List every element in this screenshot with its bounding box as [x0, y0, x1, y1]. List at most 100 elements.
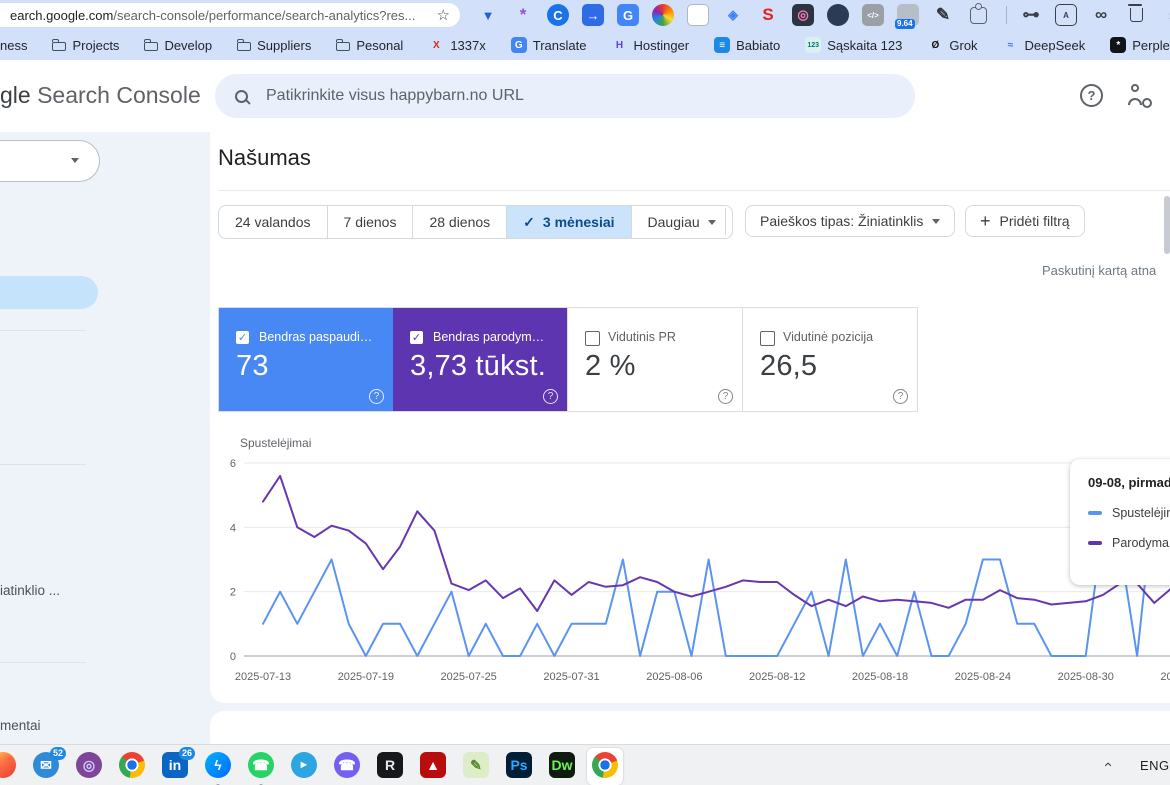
- metric-card[interactable]: ✓ Bendras paspaudi… 73?: [219, 308, 393, 411]
- date-range-label: 24 valandos: [235, 214, 311, 230]
- trash-icon[interactable]: [1125, 4, 1147, 26]
- taskbar-item-messenger-icon[interactable]: ϟ: [205, 752, 231, 785]
- taskbar-item-image-editor-icon[interactable]: ✎: [463, 752, 489, 782]
- bookmark-item[interactable]: Pesonal: [335, 38, 403, 53]
- person-body-icon: [1128, 98, 1142, 105]
- taskbar-item-r-app-icon[interactable]: R: [377, 752, 403, 782]
- bookmark-item[interactable]: * Perplexity: [1110, 37, 1170, 53]
- whatsapp-icon: ☎: [248, 752, 274, 778]
- url-inspect-input[interactable]: [264, 86, 895, 106]
- taskbar-item-tor-browser-icon[interactable]: ◎: [76, 752, 102, 782]
- metric-help-icon[interactable]: ?: [718, 389, 733, 404]
- date-range-chip[interactable]: ✓ 3 mėnesiai: [506, 206, 631, 238]
- password-key-icon[interactable]: ⊶: [1020, 4, 1042, 26]
- flower-extension-icon[interactable]: *: [512, 4, 534, 26]
- price-bag-extension-icon[interactable]: 9.64: [895, 4, 919, 29]
- search-type-chip[interactable]: Paieškos tipas: Žiniatinklis: [745, 205, 956, 237]
- taskbar-item-thunderbird-icon[interactable]: ✉ 52: [33, 747, 66, 782]
- window-share-extension-icon[interactable]: →: [582, 4, 604, 26]
- taskbar-item-photoshop-icon[interactable]: Ps: [506, 752, 532, 782]
- chevron-down-icon: [932, 218, 941, 224]
- tray-chevron-up-icon[interactable]: ›: [1099, 762, 1116, 767]
- bookmark-label: Translate: [532, 37, 587, 53]
- color-wheel-extension-icon[interactable]: [652, 4, 674, 26]
- add-filter-chip[interactable]: + Pridėti filtrą: [965, 205, 1085, 237]
- metric-value: 73: [236, 350, 269, 382]
- legend-dash-icon: [1088, 511, 1102, 515]
- user-settings-icon[interactable]: [1128, 84, 1152, 108]
- x-tick-label: 2025-08-30: [1058, 671, 1114, 683]
- price-tag-extension-icon[interactable]: ◈: [722, 4, 744, 26]
- metric-help-icon[interactable]: ?: [543, 389, 558, 404]
- help-icon[interactable]: ?: [1080, 84, 1103, 107]
- metric-card[interactable]: Vidutinė pozicija 26,5?: [742, 308, 917, 411]
- notepad-extension-icon[interactable]: [687, 4, 709, 26]
- link-copy-icon[interactable]: ∞: [1090, 4, 1112, 26]
- bookmark-item[interactable]: Ø Grok: [927, 37, 977, 53]
- extensions-puzzle-icon[interactable]: [967, 2, 989, 26]
- url-inspect-searchbox[interactable]: [215, 74, 915, 118]
- bookmark-item[interactable]: ≡ Babiato: [714, 37, 780, 53]
- taskbar-item-dreamweaver-icon[interactable]: Dw: [549, 752, 575, 782]
- taskbar-item-chrome-active-icon[interactable]: [587, 748, 623, 785]
- bookmark-item[interactable]: 123 Sąskaita 123: [805, 37, 902, 53]
- performance-chart[interactable]: 0 2 4 6 2025-07-13 2025-07-19 2025-07-25 2025-0…: [218, 454, 1170, 702]
- bookmark-item[interactable]: H Hostinger: [611, 37, 689, 53]
- page-translate-icon[interactable]: A: [1055, 4, 1077, 26]
- bookmark-favicon: 123: [805, 37, 822, 53]
- metric-checkbox[interactable]: [585, 331, 600, 346]
- metric-card[interactable]: ✓ Bendras parodym… 3,73 tūkst.?: [393, 308, 567, 411]
- chart-tooltip: 09-08, pirmad Spustelėjim Parodyma: [1070, 459, 1170, 585]
- date-range-chip[interactable]: 28 dienos: [412, 206, 506, 238]
- address-bar[interactable]: earch.google.com/search-console/performa…: [0, 3, 460, 27]
- metric-label: Vidutinė pozicija: [783, 330, 874, 344]
- taskbar-item-whatsapp-icon[interactable]: ☎: [248, 752, 274, 785]
- taskbar-item-linkedin-icon[interactable]: in 26: [162, 747, 195, 782]
- taskbar-item-telegram-icon[interactable]: ►: [291, 752, 317, 782]
- language-indicator[interactable]: ENG: [1140, 758, 1170, 773]
- metric-label: Bendras paspaudi…: [259, 330, 373, 344]
- bookmark-item[interactable]: X 1337x: [428, 37, 486, 53]
- date-range-chip[interactable]: 7 dienos: [326, 206, 413, 238]
- taskbar-icons: ✉ 52 ◎ in 26 ϟ ☎ ► ☎ R ▲ ✎ Ps Dw: [0, 747, 623, 785]
- colorzilla-extension-icon[interactable]: C: [547, 4, 569, 26]
- taskbar-item-chrome-icon[interactable]: [119, 752, 145, 782]
- bookmark-item[interactable]: G Translate: [510, 37, 587, 53]
- url-path: /search-console/performance/search-analy…: [113, 7, 416, 23]
- metric-checkbox[interactable]: [760, 331, 775, 346]
- taskbar-item-firefox-icon[interactable]: [0, 752, 16, 782]
- edge-cut-icon[interactable]: ◔: [1160, 4, 1170, 26]
- map-pin-extension-icon[interactable]: ▼: [477, 4, 499, 26]
- y-tick-label: 4: [230, 522, 236, 534]
- bookmark-item[interactable]: Projects: [51, 38, 119, 53]
- bookmark-item[interactable]: ≈ DeepSeek: [1003, 37, 1085, 53]
- dark-sphere-extension-icon[interactable]: [827, 4, 849, 26]
- eyedropper-extension-icon[interactable]: ✎: [932, 4, 954, 26]
- bookmark-star-icon[interactable]: ☆: [437, 8, 450, 23]
- metric-help-icon[interactable]: ?: [893, 389, 908, 404]
- bookmark-item[interactable]: Develop: [143, 38, 212, 53]
- bookmark-favicon: ≈: [1007, 39, 1014, 51]
- sidebar-item-bottom[interactable]: mentai: [0, 718, 41, 733]
- metric-checkbox[interactable]: ✓: [236, 331, 249, 344]
- sidebar-item-performance-selected[interactable]: [0, 276, 98, 309]
- scrollbar-thumb[interactable]: [1164, 196, 1170, 254]
- metric-help-icon[interactable]: ?: [369, 389, 384, 404]
- date-range-chip[interactable]: 24 valandos: [219, 206, 327, 238]
- bookmark-item[interactable]: ness: [0, 38, 27, 53]
- property-selector[interactable]: [0, 140, 100, 182]
- seoquake-extension-icon[interactable]: S: [757, 4, 779, 26]
- metric-card[interactable]: Vidutinis PR 2 %?: [567, 308, 742, 411]
- metric-checkbox[interactable]: ✓: [410, 331, 423, 344]
- bookmark-label: Suppliers: [257, 37, 312, 53]
- taskbar-badge: 26: [178, 747, 195, 760]
- code-extension-icon[interactable]: </>: [862, 4, 884, 26]
- camera-extension-icon[interactable]: ◎: [792, 4, 814, 26]
- taskbar-item-acrobat-icon[interactable]: ▲: [420, 752, 446, 782]
- bookmark-favicon: *: [1110, 37, 1127, 53]
- translate-extension-icon[interactable]: G: [617, 4, 639, 26]
- bookmark-item[interactable]: Suppliers: [236, 37, 312, 53]
- date-range-chip[interactable]: Daugiau: [630, 206, 732, 238]
- sidebar-item-web[interactable]: iatinklio ...: [0, 583, 60, 598]
- taskbar-item-viber-icon[interactable]: ☎: [334, 752, 360, 782]
